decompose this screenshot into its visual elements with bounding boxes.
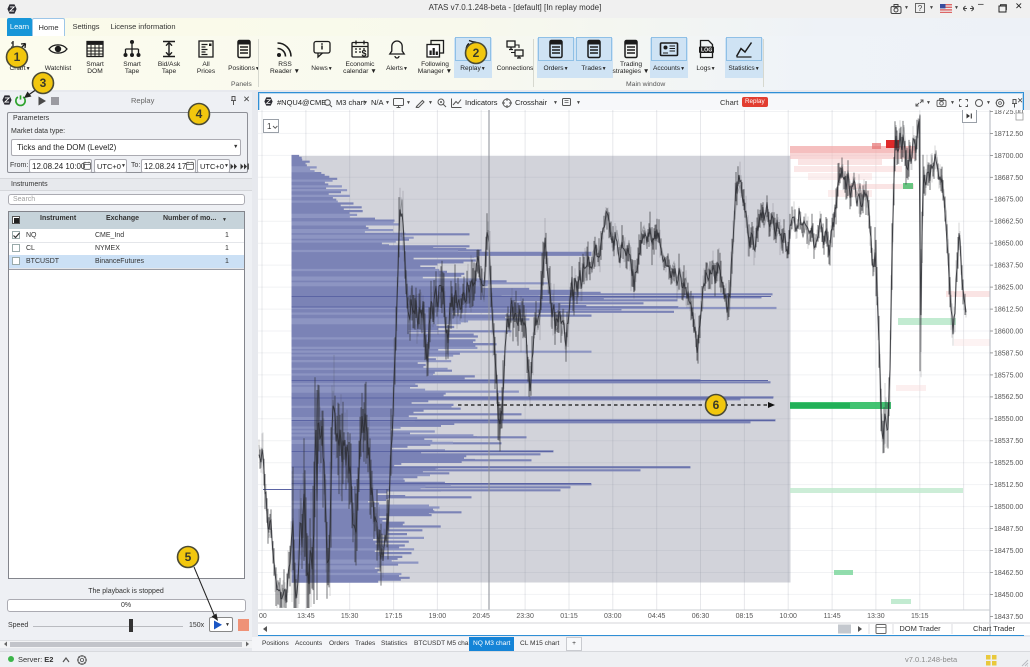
svg-text:18600.00: 18600.00 [994, 328, 1023, 335]
svg-text:13:45: 13:45 [297, 613, 315, 620]
svg-text:18575.00: 18575.00 [994, 372, 1023, 379]
svg-text:04:45: 04:45 [648, 613, 666, 620]
svg-text:11:45: 11:45 [824, 613, 841, 620]
svg-text:18587.50: 18587.50 [994, 350, 1023, 357]
svg-text:20:45: 20:45 [472, 613, 490, 620]
svg-text:18437.50: 18437.50 [994, 614, 1023, 621]
svg-text:18662.50: 18662.50 [994, 219, 1023, 226]
svg-text:18512.50: 18512.50 [994, 482, 1023, 489]
svg-text:Chart Trader: Chart Trader [973, 624, 1016, 633]
svg-text:00: 00 [259, 613, 267, 620]
svg-text:18675.00: 18675.00 [994, 197, 1023, 204]
svg-text:18525.00: 18525.00 [994, 460, 1023, 467]
svg-text:18537.50: 18537.50 [994, 438, 1023, 445]
svg-text:18650.00: 18650.00 [994, 241, 1023, 248]
svg-text:18450.00: 18450.00 [994, 592, 1023, 599]
svg-text:18612.50: 18612.50 [994, 307, 1023, 314]
svg-text:18550.00: 18550.00 [994, 416, 1023, 423]
svg-text:18562.50: 18562.50 [994, 394, 1023, 401]
svg-text:03:00: 03:00 [604, 613, 622, 620]
svg-text:18712.50: 18712.50 [994, 131, 1023, 138]
svg-text:10:00: 10:00 [779, 613, 797, 620]
svg-text:18637.50: 18637.50 [994, 263, 1023, 270]
svg-text:15:15: 15:15 [911, 613, 929, 620]
svg-text:15:30: 15:30 [341, 613, 359, 620]
svg-text:13:30: 13:30 [867, 613, 885, 620]
svg-text:18487.50: 18487.50 [994, 526, 1023, 533]
svg-text:23:30: 23:30 [516, 613, 534, 620]
svg-text:18625.00: 18625.00 [994, 285, 1023, 292]
svg-text:18475.00: 18475.00 [994, 548, 1023, 555]
svg-text:01:15: 01:15 [560, 613, 578, 620]
svg-text:$: $ [362, 49, 367, 59]
svg-text:1: 1 [267, 122, 272, 131]
svg-text:18700.00: 18700.00 [994, 153, 1023, 160]
svg-text:18687.50: 18687.50 [994, 175, 1023, 182]
svg-text:18500.00: 18500.00 [994, 504, 1023, 511]
svg-text:DOM Trader: DOM Trader [899, 624, 941, 633]
svg-text:18462.50: 18462.50 [994, 570, 1023, 577]
svg-text:19:00: 19:00 [429, 613, 447, 620]
svg-text:08:15: 08:15 [736, 613, 754, 620]
svg-text:LOG: LOG [701, 48, 712, 54]
svg-text:17:15: 17:15 [385, 613, 403, 620]
svg-text:06:30: 06:30 [692, 613, 710, 620]
